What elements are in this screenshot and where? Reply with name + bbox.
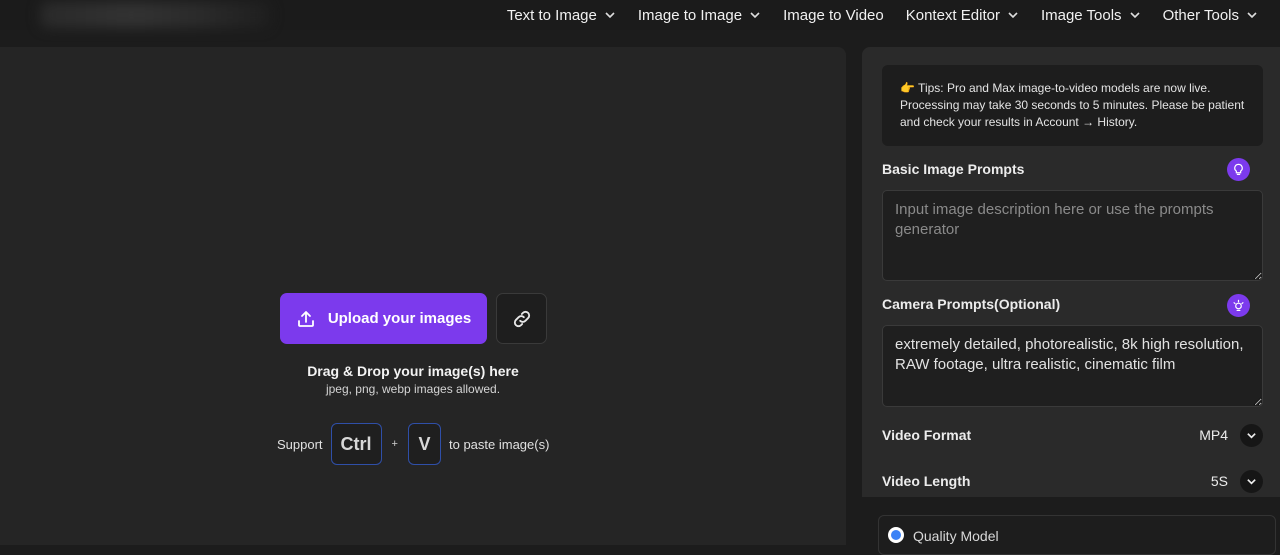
chevron-down-icon [605, 12, 615, 19]
chevron-down-icon [1129, 12, 1140, 19]
drop-title: Drag & Drop your image(s) here [307, 363, 519, 379]
nav-label: Image Tools [1040, 6, 1122, 24]
video-length-value: 5S [1210, 473, 1228, 489]
paste-prefix: Support [277, 436, 323, 452]
video-length-dropdown[interactable] [1240, 469, 1263, 493]
video-length-label: Video Length [882, 473, 971, 489]
sparkle-bulb-icon [1233, 299, 1244, 312]
nav-label: Image to Video [783, 6, 884, 24]
nav-label: Text to Image [506, 6, 597, 24]
upload-button-label: Upload your images [327, 310, 472, 327]
upload-from-url-button[interactable] [496, 293, 547, 344]
quality-model-label: Quality Model [913, 528, 999, 544]
basic-prompt-input[interactable] [882, 190, 1263, 281]
camera-prompt-generator-button[interactable] [1227, 294, 1250, 317]
link-icon [513, 310, 530, 327]
lightbulb-icon [1234, 163, 1243, 176]
nav-image-to-video[interactable]: Image to Video [783, 7, 884, 24]
quality-model-option[interactable]: Quality Model [878, 515, 1276, 555]
allowed-formats-text: jpeg, png, webp images allowed. [325, 382, 501, 396]
nav-label: Other Tools [1162, 6, 1239, 24]
nav-text-to-image[interactable]: Text to Image [507, 7, 616, 24]
nav-image-tools[interactable]: Image Tools [1041, 7, 1141, 24]
chevron-down-icon [1247, 432, 1256, 439]
plus-sign: + [391, 438, 398, 450]
upload-images-button[interactable]: Upload your images [280, 293, 487, 344]
nav-label: Kontext Editor [905, 6, 1000, 24]
paste-hint: Support Ctrl + V to paste image(s) [277, 423, 549, 465]
paste-suffix: to paste image(s) [448, 436, 550, 452]
prompt-generator-button[interactable] [1227, 158, 1250, 181]
basic-prompt-label: Basic Image Prompts [882, 161, 1025, 177]
top-navigation-bar: Text to Image Image to Image Image to Vi… [0, 0, 1280, 30]
upload-drop-zone[interactable]: Upload your images Drag & Drop your imag… [0, 47, 846, 545]
v-key: V [407, 423, 441, 465]
nav-image-to-image[interactable]: Image to Image [638, 7, 761, 24]
video-format-dropdown[interactable] [1240, 423, 1263, 447]
logo[interactable] [40, 2, 270, 28]
main-nav: Text to Image Image to Image Image to Vi… [485, 0, 1258, 30]
ctrl-key: Ctrl [330, 423, 382, 465]
chevron-down-icon [1247, 478, 1256, 485]
nav-label: Image to Image [637, 6, 743, 24]
nav-kontext-editor[interactable]: Kontext Editor [906, 7, 1019, 24]
camera-prompt-input[interactable]: extremely detailed, photorealistic, 8k h… [882, 325, 1263, 407]
quality-model-radio[interactable] [888, 527, 904, 543]
upload-icon [297, 310, 314, 327]
chevron-down-icon [1247, 12, 1257, 19]
upload-actions: Upload your images [280, 293, 547, 344]
video-length-row: Video Length 5S [882, 469, 1263, 493]
video-format-row: Video Format MP4 [882, 423, 1263, 447]
chevron-down-icon [1008, 12, 1018, 19]
chevron-down-icon [750, 12, 760, 19]
settings-panel: 👉 Tips: Pro and Max image-to-video model… [862, 47, 1280, 497]
video-format-label: Video Format [882, 427, 972, 443]
video-format-value: MP4 [1199, 427, 1228, 443]
tips-box: 👉 Tips: Pro and Max image-to-video model… [882, 65, 1263, 146]
camera-prompt-label: Camera Prompts(Optional) [882, 296, 1061, 312]
nav-other-tools[interactable]: Other Tools [1163, 7, 1258, 24]
